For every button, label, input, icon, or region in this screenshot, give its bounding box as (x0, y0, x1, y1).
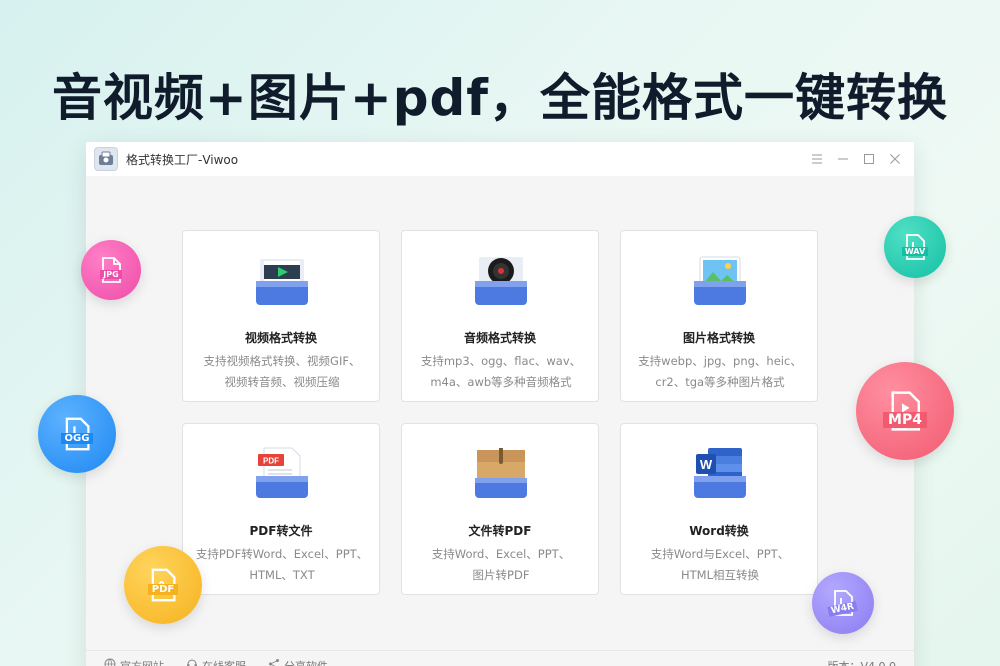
card-title: 文件转PDF (468, 524, 532, 538)
card-desc-line: HTML、TXT (249, 568, 315, 582)
card-desc-line: 支持Word、Excel、PPT、 (431, 547, 571, 561)
card-file-to-pdf[interactable]: 文件转PDF 支持Word、Excel、PPT、 图片转PDF (401, 423, 599, 595)
card-desc-line: 视频转音频、视频压缩 (224, 375, 340, 389)
card-image-convert[interactable]: 图片格式转换 支持webp、jpg、png、heic、 cr2、tga等多种图片… (620, 230, 818, 402)
pdf-icon: PDF (252, 444, 312, 504)
card-title: 图片格式转换 (682, 331, 755, 345)
jpg-bubble: JPG (81, 240, 141, 300)
card-desc-line: m4a、awb等多种音频格式 (430, 375, 572, 389)
footer-link-share[interactable]: 分享软件 (268, 658, 328, 666)
jpg-label: JPG (100, 270, 122, 279)
version-label: 版本：V4.0.0 (827, 659, 896, 666)
feature-grid: 视频格式转换 支持视频格式转换、视频GIF、 视频转音频、视频压缩 音频格式转换 (182, 230, 818, 595)
word-badge: W (700, 457, 713, 472)
mp4-bubble: MP4 (856, 362, 954, 460)
card-desc: 支持Word与Excel、PPT、 HTML相互转换 (631, 544, 809, 586)
footer-bar: 官方网站 在线客服 分享软件 版本：V4.0.0 (86, 650, 914, 666)
close-icon[interactable] (884, 148, 906, 170)
footer-link-website[interactable]: 官方网站 (104, 658, 164, 666)
card-desc-line: cr2、tga等多种图片格式 (655, 375, 785, 389)
footer-link-label: 分享软件 (284, 659, 328, 666)
globe-icon (104, 658, 116, 666)
word-icon: W (690, 444, 750, 504)
card-word-convert[interactable]: W Word转换 支持Word与Excel、PPT、 HTML相互转换 (620, 423, 818, 595)
card-desc: 支持视频格式转换、视频GIF、 视频转音频、视频压缩 (193, 351, 371, 393)
card-desc-line: 支持视频格式转换、视频GIF、 (203, 354, 361, 368)
card-pdf-to-file[interactable]: PDF PDF转文件 支持PDF转Word、Excel、PPT、 HTML、TX… (182, 423, 380, 595)
title-bar: 格式转换工厂-Viwoo (86, 142, 914, 176)
w4r-bubble: W4R (812, 572, 874, 634)
mp4-label: MP4 (883, 412, 927, 428)
card-desc: 支持Word、Excel、PPT、 图片转PDF (412, 544, 590, 586)
audio-icon (471, 251, 531, 311)
headline: 音视频+图片+pdf，全能格式一键转换 (51, 69, 949, 127)
image-icon (690, 251, 750, 311)
card-desc-line: 支持mp3、ogg、flac、wav、 (420, 354, 582, 368)
card-desc: 支持webp、jpg、png、heic、 cr2、tga等多种图片格式 (631, 351, 809, 393)
wav-label: WAV (901, 247, 929, 256)
folder-icon (471, 444, 531, 504)
headset-icon (186, 658, 198, 666)
app-title: 格式转换工厂-Viwoo (126, 152, 239, 167)
ogg-label: OGG (60, 433, 94, 444)
card-video-convert[interactable]: 视频格式转换 支持视频格式转换、视频GIF、 视频转音频、视频压缩 (182, 230, 380, 402)
card-desc: 支持mp3、ogg、flac、wav、 m4a、awb等多种音频格式 (412, 351, 590, 393)
wav-bubble: WAV (884, 216, 946, 278)
card-desc-line: 图片转PDF (472, 568, 530, 582)
card-desc-line: 支持webp、jpg、png、heic、 (638, 354, 802, 368)
card-title: 视频格式转换 (244, 331, 317, 345)
footer-link-label: 在线客服 (202, 659, 246, 666)
card-desc-line: 支持PDF转Word、Excel、PPT、 (195, 547, 369, 561)
footer-link-support[interactable]: 在线客服 (186, 658, 246, 666)
app-logo-icon (94, 147, 118, 171)
maximize-icon[interactable] (858, 148, 880, 170)
card-title: PDF转文件 (249, 524, 313, 538)
card-desc: 支持PDF转Word、Excel、PPT、 HTML、TXT (193, 544, 371, 586)
card-title: Word转换 (689, 524, 749, 538)
footer-link-label: 官方网站 (120, 659, 164, 666)
card-desc-line: HTML相互转换 (680, 568, 759, 582)
pdf-badge: PDF (263, 457, 279, 466)
card-audio-convert[interactable]: 音频格式转换 支持mp3、ogg、flac、wav、 m4a、awb等多种音频格… (401, 230, 599, 402)
ogg-bubble: OGG (38, 395, 116, 473)
card-desc-line: 支持Word与Excel、PPT、 (650, 547, 790, 561)
card-title: 音频格式转换 (463, 331, 536, 345)
app-window: 格式转换工厂-Viwoo 视频格式转换 支持视频格式转换、视频GIF、 视频转音… (86, 142, 914, 666)
video-icon (252, 251, 312, 311)
minimize-icon[interactable] (832, 148, 854, 170)
menu-icon[interactable] (806, 148, 828, 170)
share-icon (268, 658, 280, 666)
pdf-label: PDF (147, 584, 179, 595)
pdf-bubble: PDF (124, 546, 202, 624)
